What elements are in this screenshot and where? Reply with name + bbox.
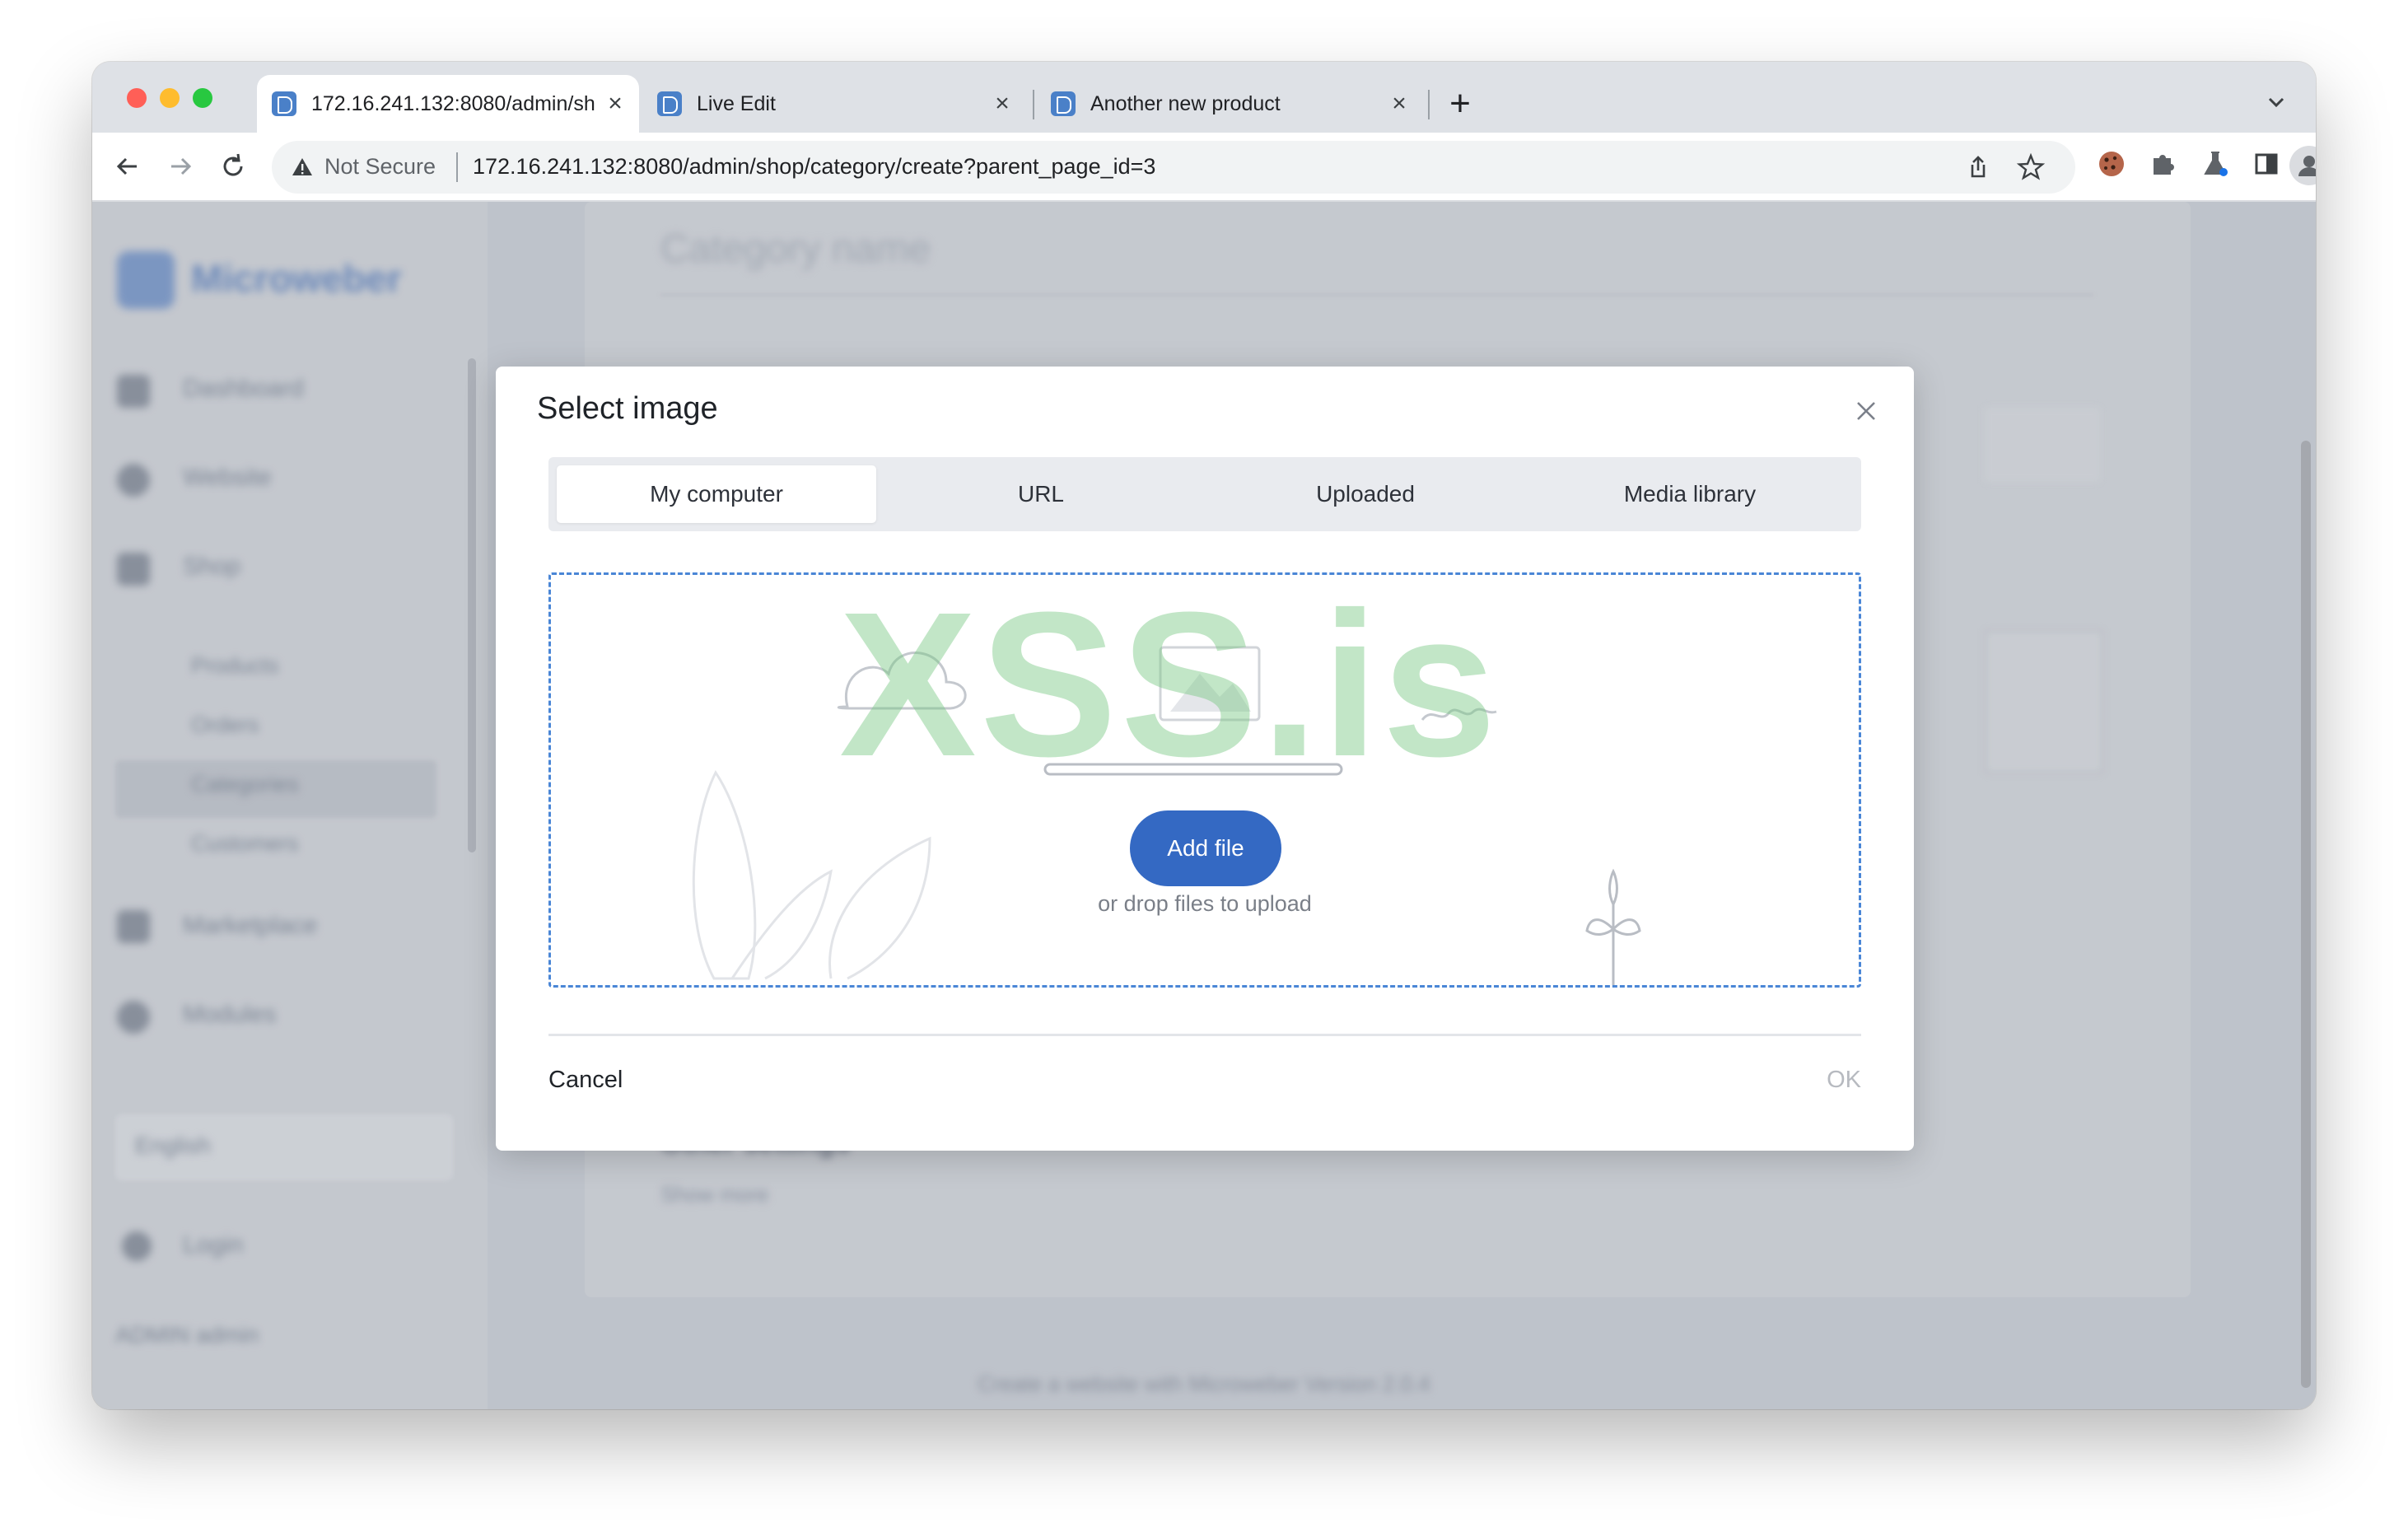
tab-strip: 172.16.241.132:8080/admin/sh × Live Edit… [92, 62, 2316, 133]
back-arrow-icon[interactable] [109, 147, 147, 185]
share-icon[interactable] [1963, 152, 1993, 182]
minimize-window-button[interactable] [160, 88, 180, 108]
tab-url[interactable]: URL [881, 465, 1201, 523]
cancel-button[interactable]: Cancel [548, 1067, 623, 1094]
add-file-button[interactable]: Add file [1130, 810, 1281, 886]
more-vertical-icon[interactable] [2266, 147, 2303, 184]
watermark-text: XSS.is [839, 572, 1500, 799]
reload-icon[interactable] [214, 147, 252, 185]
tab-close-icon[interactable]: × [601, 90, 629, 118]
tab-title: Live Edit [697, 91, 776, 115]
tab-media-library[interactable]: Media library [1530, 465, 1850, 523]
not-secure-label: Not Secure [324, 154, 436, 179]
close-window-button[interactable] [127, 88, 147, 108]
bookmark-star-icon[interactable] [2016, 152, 2046, 182]
browser-tab[interactable]: Live Edit × [642, 75, 1026, 133]
tab-uploaded[interactable]: Uploaded [1206, 465, 1525, 523]
tab-separator [1428, 90, 1430, 119]
tab-title: Another new product [1090, 91, 1281, 115]
tab-title: 172.16.241.132:8080/admin/sh [311, 91, 595, 115]
select-image-dialog: Select image My computer URL Uploaded Me… [496, 367, 1914, 1151]
tab-my-computer[interactable]: My computer [557, 465, 876, 523]
dialog-title: Select image [537, 391, 718, 426]
browser-window: 172.16.241.132:8080/admin/sh × Live Edit… [92, 62, 2316, 1409]
dialog-close-icon[interactable] [1851, 396, 1881, 426]
source-tabs: My computer URL Uploaded Media library [548, 457, 1861, 531]
cookie-extension-icon[interactable] [2093, 147, 2130, 184]
address-bar[interactable]: Not Secure 172.16.241.132:8080/admin/sho… [272, 141, 2075, 194]
tab-close-icon[interactable]: × [988, 90, 1016, 118]
tab-close-icon[interactable]: × [1385, 90, 1413, 118]
file-drop-zone[interactable]: XSS.is Add file or drop files to upload [548, 572, 1861, 988]
maximize-window-button[interactable] [193, 88, 212, 108]
new-tab-plus-icon[interactable]: + [1440, 83, 1481, 124]
browser-tab[interactable]: Another new product × [1036, 75, 1423, 133]
dialog-footer-divider [548, 1034, 1861, 1036]
omnibox-divider [456, 152, 458, 182]
extensions-puzzle-icon[interactable] [2144, 147, 2181, 184]
warning-triangle-icon [290, 155, 315, 180]
drop-hint-text: or drop files to upload [1098, 891, 1312, 916]
page-scrollbar[interactable] [2301, 441, 2311, 1388]
browser-tab-active[interactable]: 172.16.241.132:8080/admin/sh × [257, 75, 639, 133]
lab-flask-icon[interactable] [2197, 147, 2233, 184]
microweber-favicon-icon [1051, 91, 1076, 116]
ok-button[interactable]: OK [1827, 1067, 1861, 1094]
microweber-favicon-icon [657, 91, 682, 116]
tab-separator [1033, 90, 1034, 119]
toolbar: Not Secure 172.16.241.132:8080/admin/sho… [92, 133, 2316, 202]
forward-arrow-icon[interactable] [161, 147, 199, 185]
page-content: Microweber Dashboard Website Shop Produc… [92, 202, 2316, 1409]
url-text[interactable]: 172.16.241.132:8080/admin/shop/category/… [473, 154, 1155, 180]
microweber-favicon-icon [272, 91, 296, 116]
tab-search-chevron-down-icon[interactable] [2260, 86, 2293, 119]
